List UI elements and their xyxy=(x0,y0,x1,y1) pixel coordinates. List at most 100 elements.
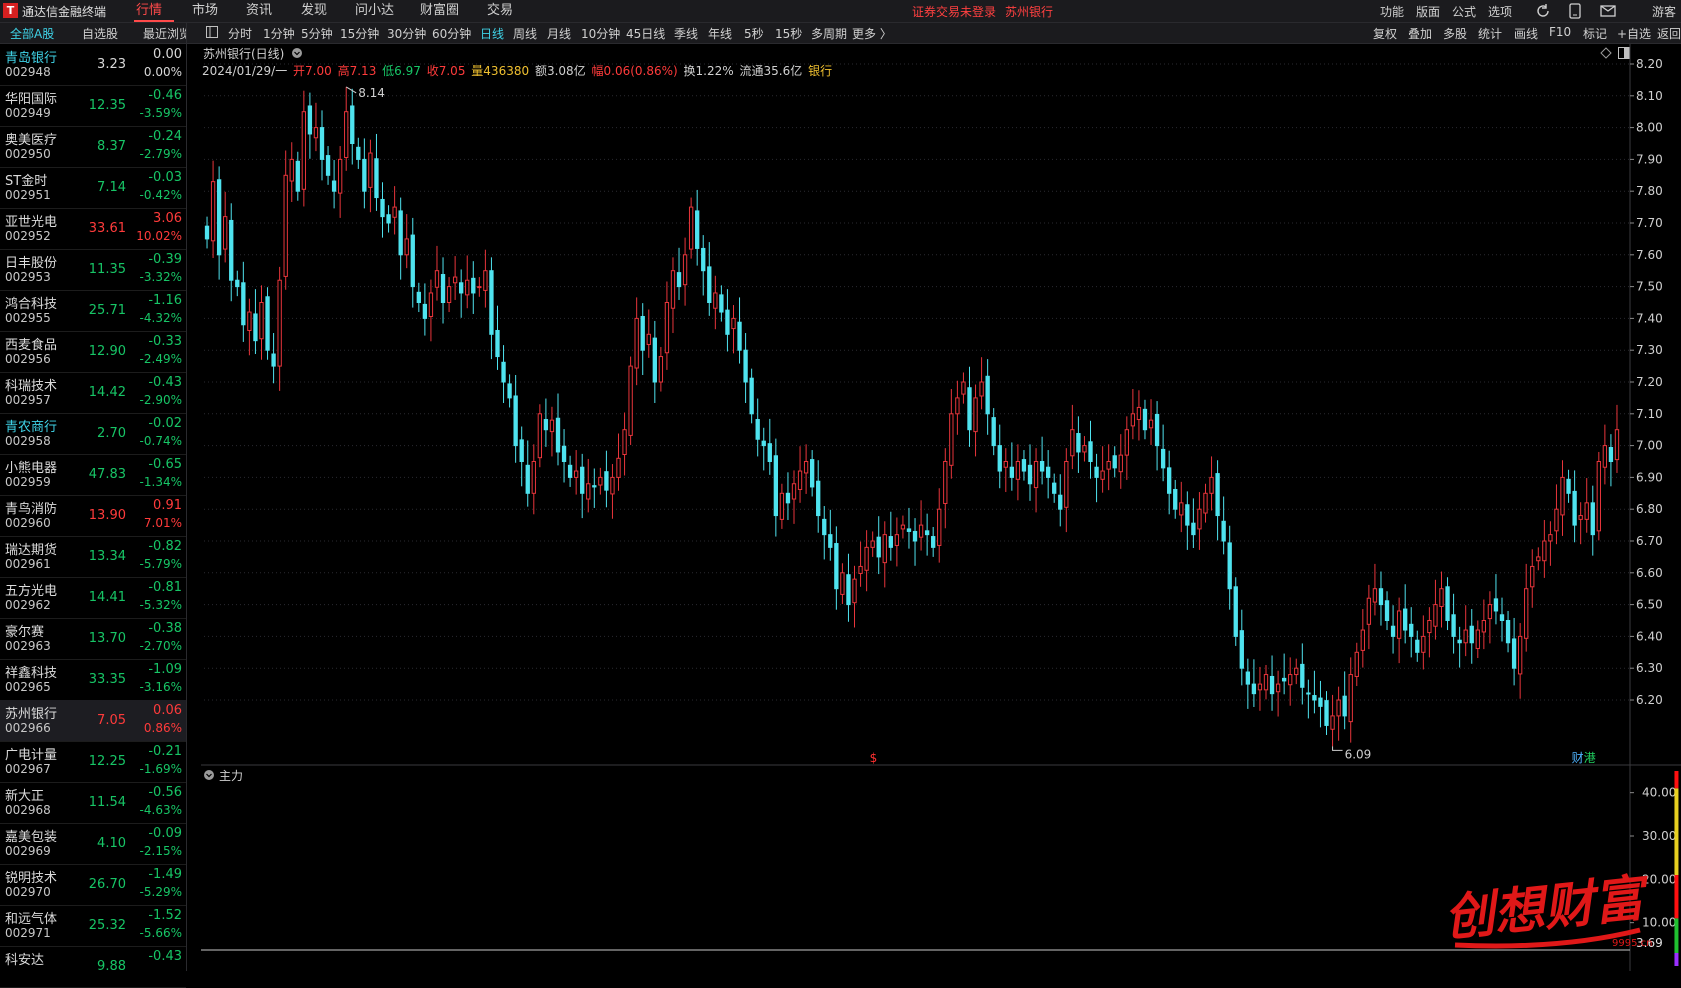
candle xyxy=(1306,679,1311,719)
candle xyxy=(489,257,494,360)
indicator-bar-segment xyxy=(1674,875,1679,919)
candle xyxy=(247,298,252,356)
price-tick-label: 6.70 xyxy=(1636,534,1663,548)
price-tick-label: 7.80 xyxy=(1636,184,1663,198)
price-tick-label: 6.20 xyxy=(1636,693,1663,707)
indicator-tick-label: 40.00 xyxy=(1642,786,1676,800)
candle xyxy=(1233,577,1238,646)
candle xyxy=(761,427,766,471)
price-tick-label: 8.10 xyxy=(1636,89,1663,103)
candle xyxy=(1227,525,1232,610)
price-tick-label: 6.80 xyxy=(1636,502,1663,516)
candle xyxy=(1463,605,1468,657)
candle xyxy=(1433,579,1438,640)
candle xyxy=(573,450,579,495)
price-tick-label: 7.50 xyxy=(1636,280,1663,294)
candle xyxy=(1064,448,1069,533)
candle xyxy=(688,197,694,259)
candle xyxy=(604,450,609,508)
candle xyxy=(1082,436,1087,462)
candle xyxy=(483,249,488,308)
candle xyxy=(755,398,760,457)
candle xyxy=(1257,666,1263,711)
indicator-collapse-icon[interactable] xyxy=(203,769,215,781)
candle xyxy=(1324,691,1329,735)
candle xyxy=(531,444,536,515)
candle xyxy=(767,418,772,475)
candle xyxy=(422,283,428,336)
candle xyxy=(1027,444,1033,501)
event-marker[interactable]: $ xyxy=(870,751,878,765)
candle xyxy=(356,137,361,169)
candle xyxy=(586,458,591,513)
candle xyxy=(1275,670,1281,717)
candle xyxy=(216,166,222,280)
candle xyxy=(495,305,500,370)
candle xyxy=(1058,474,1063,527)
candle xyxy=(319,110,325,181)
candle xyxy=(410,217,415,308)
candle xyxy=(543,398,549,447)
candle xyxy=(816,460,821,533)
candle xyxy=(235,270,240,297)
candle xyxy=(1160,424,1166,482)
candle xyxy=(652,320,657,403)
candle xyxy=(1245,658,1251,709)
candle xyxy=(870,531,875,557)
candle xyxy=(283,150,288,290)
candle xyxy=(1112,446,1117,478)
candle xyxy=(362,138,367,209)
indicator-tick-label: 20.00 xyxy=(1642,872,1676,886)
candle xyxy=(985,359,990,435)
candle xyxy=(1493,574,1499,625)
candle xyxy=(459,269,464,318)
candle xyxy=(1360,609,1365,668)
candle xyxy=(743,333,748,403)
price-tick-label: 7.60 xyxy=(1636,248,1663,262)
candle xyxy=(507,374,512,408)
candle xyxy=(906,507,912,549)
candle xyxy=(1542,520,1547,578)
candle xyxy=(695,189,700,266)
candle xyxy=(707,242,712,316)
candle xyxy=(416,282,421,313)
candle xyxy=(1312,670,1317,714)
indicator-tick-label: 10.00 xyxy=(1642,916,1676,930)
candle xyxy=(1288,657,1293,706)
candle xyxy=(658,347,664,392)
candle xyxy=(1318,680,1323,728)
candle xyxy=(731,305,736,354)
candle xyxy=(1415,630,1420,662)
candle xyxy=(773,438,779,537)
candle xyxy=(1578,502,1583,545)
candle xyxy=(241,261,246,342)
candle xyxy=(1215,460,1220,541)
candle xyxy=(301,90,307,207)
candle xyxy=(1070,404,1075,470)
candle xyxy=(1342,671,1347,730)
candle xyxy=(1354,642,1359,687)
kline-chart[interactable]: 8.20 8.10 8.00 7.90 7.80 7.70 7.60 7.50 7.40 7.30… xyxy=(0,0,1681,971)
candle xyxy=(1469,609,1474,664)
candle xyxy=(344,86,349,171)
candle xyxy=(834,526,839,610)
candle xyxy=(1596,451,1601,541)
candle xyxy=(1403,584,1408,644)
candle xyxy=(858,541,863,587)
candle xyxy=(779,483,785,529)
candle xyxy=(1530,549,1535,608)
event-marker[interactable]: 财 xyxy=(1572,751,1584,765)
candle xyxy=(912,518,918,566)
indicator-bar-segment xyxy=(1674,953,1679,966)
candle xyxy=(1584,478,1589,533)
candle xyxy=(1396,597,1402,664)
candle xyxy=(1572,470,1577,543)
candle xyxy=(1052,473,1057,503)
event-marker[interactable]: 港 xyxy=(1584,751,1596,765)
candle xyxy=(1130,388,1136,440)
candle xyxy=(1076,416,1081,473)
candle xyxy=(1221,496,1226,555)
candle xyxy=(616,433,621,491)
candle xyxy=(374,133,379,211)
candle xyxy=(1566,469,1571,503)
